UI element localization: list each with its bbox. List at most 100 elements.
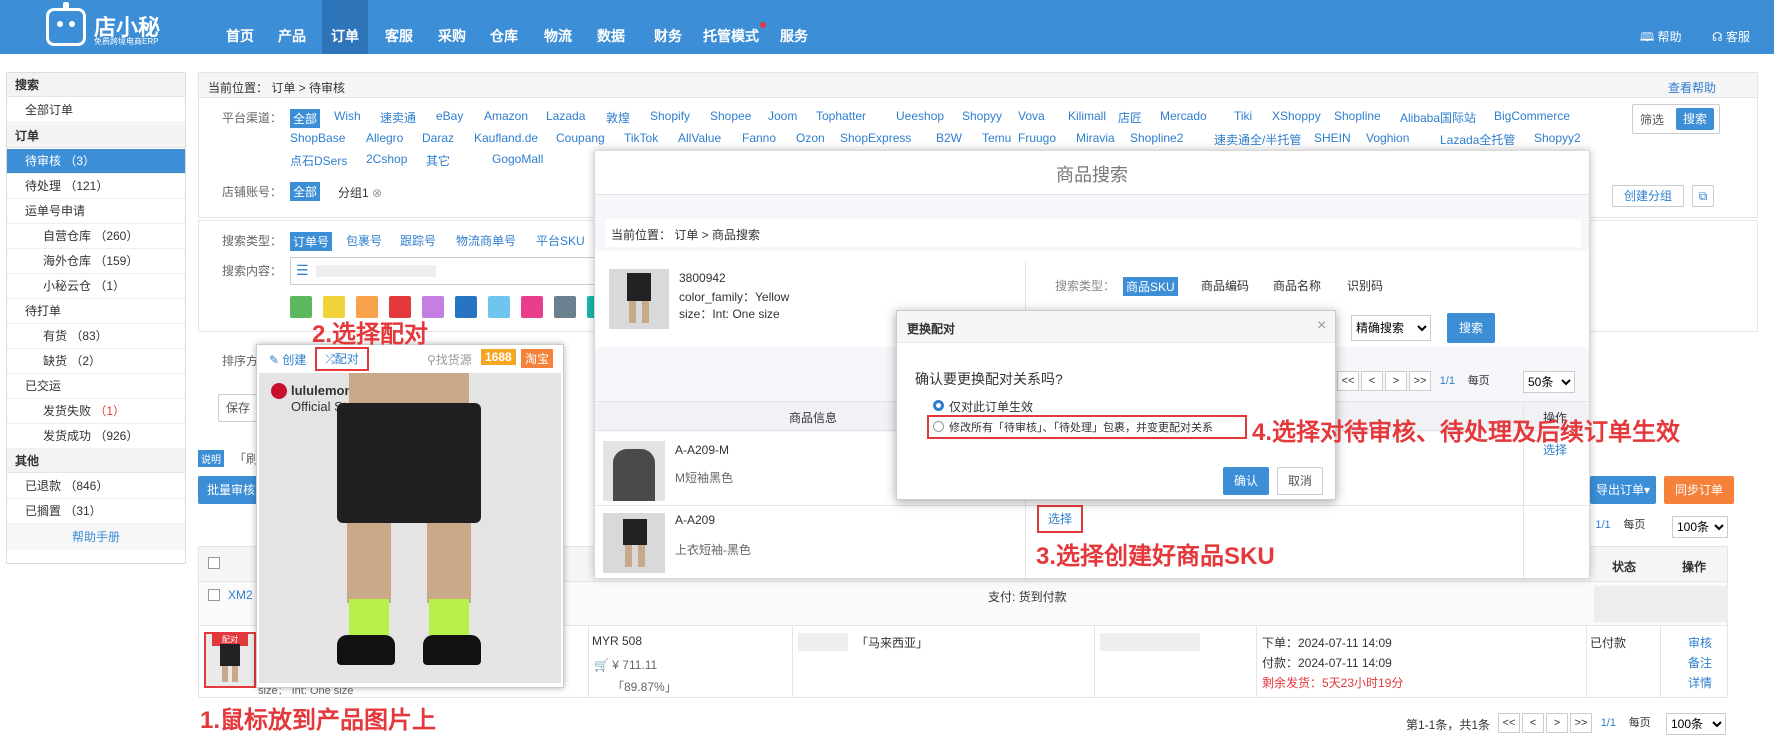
search-type-1[interactable]: 包裹号 <box>346 232 382 249</box>
platform-row2-14[interactable]: Shopline2 <box>1130 131 1183 145</box>
sidebar-item-tracking-apply[interactable]: 运单号申请 <box>7 199 185 224</box>
platform-row2-10[interactable]: B2W <box>936 131 962 145</box>
option-all-radio[interactable] <box>933 421 944 432</box>
platform-row2-5[interactable]: TikTok <box>624 131 658 145</box>
ps-search-type-1[interactable]: 商品编码 <box>1201 277 1249 294</box>
sku-row-2-select[interactable]: 选择 <box>1037 505 1083 533</box>
platform-row2-4[interactable]: Coupang <box>556 131 605 145</box>
sidebar-item-out-of-stock[interactable]: 缺货 （2） <box>7 349 185 374</box>
ps-search-type-2[interactable]: 商品名称 <box>1273 277 1321 294</box>
nav-item-5[interactable]: 仓库 <box>482 0 526 54</box>
order-checkbox[interactable] <box>208 589 220 601</box>
platform-row2-16[interactable]: SHEIN <box>1314 131 1351 145</box>
platform-row1-9[interactable]: Joom <box>768 109 797 123</box>
popup-taobao-tag[interactable]: 淘宝 <box>521 349 554 368</box>
platform-row3-2[interactable]: 其它 <box>426 152 450 169</box>
cancel-button[interactable]: 取消 <box>1277 467 1323 495</box>
sidebar-item-shelved[interactable]: 已搁置 （31） <box>7 499 185 524</box>
platform-row2-1[interactable]: Allegro <box>366 131 403 145</box>
platform-row2-2[interactable]: Daraz <box>422 131 454 145</box>
platform-row3-0[interactable]: 点石DSers <box>290 152 347 169</box>
platform-row2-19[interactable]: Shopyy2 <box>1534 131 1581 145</box>
ps-page-size-select[interactable]: 50条 <box>1523 371 1575 393</box>
last-page-button[interactable]: >> <box>1570 713 1592 733</box>
filter-button[interactable]: 筛选 <box>1640 111 1664 128</box>
popup-1688-tag[interactable]: 1688 <box>481 349 516 365</box>
sidebar-item-ship-fail[interactable]: 发货失败 （1） <box>7 399 185 424</box>
platform-row1-10[interactable]: Tophatter <box>816 109 866 123</box>
close-icon[interactable]: × <box>1317 317 1326 335</box>
color-flag-5[interactable] <box>455 296 477 318</box>
nav-item-0[interactable]: 首页 <box>218 0 262 54</box>
sync-orders-button[interactable]: 同步订单 <box>1664 476 1734 504</box>
nav-item-1[interactable]: 产品 <box>270 0 314 54</box>
color-flag-6[interactable] <box>488 296 510 318</box>
batch-review-button[interactable]: 批量审核 <box>198 476 264 504</box>
nav-item-6[interactable]: 物流 <box>536 0 580 54</box>
shop-group-1[interactable]: 分组1 ⊗ <box>338 184 382 201</box>
nav-item-10[interactable]: 服务 <box>772 0 816 54</box>
detail-link[interactable]: 详情 <box>1688 674 1712 691</box>
ps-search-type-3[interactable]: 识别码 <box>1347 277 1383 294</box>
platform-row2-3[interactable]: Kaufland.de <box>474 131 538 145</box>
platform-row1-1[interactable]: Wish <box>334 109 361 123</box>
platform-row1-7[interactable]: Shopify <box>650 109 690 123</box>
search-type-0[interactable]: 订单号 <box>290 232 333 251</box>
service-link[interactable]: ☊ 客服 <box>1712 28 1750 45</box>
select-all-checkbox[interactable] <box>208 557 220 569</box>
platform-row1-3[interactable]: eBay <box>436 109 463 123</box>
sidebar-item-to-print[interactable]: 待打单 <box>7 299 185 324</box>
bottom-page-size-select[interactable]: 100条 <box>1666 713 1726 735</box>
sidebar-item-pending-process[interactable]: 待处理 （121） <box>7 174 185 199</box>
sidebar-help-manual[interactable]: 帮助手册 <box>7 524 185 550</box>
sidebar-item-all-orders[interactable]: 全部订单 <box>7 98 185 123</box>
platform-row1-5[interactable]: Lazada <box>546 109 585 123</box>
nav-item-7[interactable]: 数据 <box>588 0 634 54</box>
platform-row3-3[interactable]: GogoMall <box>492 152 543 166</box>
list-indent-icon[interactable]: ☰ <box>296 262 309 279</box>
search-type-3[interactable]: 物流商单号 <box>456 232 516 249</box>
platform-row2-7[interactable]: Fanno <box>742 131 776 145</box>
platform-row2-6[interactable]: AllValue <box>678 131 721 145</box>
order-product-thumbnail[interactable]: 配对 <box>204 632 256 688</box>
platform-row2-17[interactable]: Voghion <box>1366 131 1409 145</box>
platform-row2-0[interactable]: ShopBase <box>290 131 345 145</box>
ps-search-type-0[interactable]: 商品SKU <box>1123 277 1178 296</box>
popup-match-button[interactable]: ⤮配对 <box>315 347 369 371</box>
sidebar-item-in-stock[interactable]: 有货 （83） <box>7 324 185 349</box>
platform-row1-8[interactable]: Shopee <box>710 109 751 123</box>
nav-item-9[interactable]: 托管模式 <box>698 0 764 54</box>
sidebar-item-self-warehouse[interactable]: 自营仓库 （260） <box>7 224 185 249</box>
option-only-this-radio[interactable] <box>933 400 944 411</box>
platform-row2-15[interactable]: 速卖通全/半托管 <box>1214 131 1301 148</box>
help-link[interactable]: 🕮 帮助 <box>1640 28 1682 49</box>
platform-row1-19[interactable]: Shopline <box>1334 109 1381 123</box>
platform-row1-17[interactable]: Tiki <box>1234 109 1252 123</box>
prev-page-button[interactable]: < <box>1522 713 1544 733</box>
color-flag-0[interactable] <box>290 296 312 318</box>
platform-row1-12[interactable]: Shopyy <box>962 109 1002 123</box>
platform-row2-9[interactable]: ShopExpress <box>840 131 911 145</box>
ps-search-mode-select[interactable]: 精确搜索 <box>1351 315 1431 341</box>
sidebar-item-shipped[interactable]: 已交运 <box>7 374 185 399</box>
sidebar-item-cloud-warehouse[interactable]: 小秘云仓 （1） <box>7 274 185 299</box>
platform-row1-14[interactable]: Kilimall <box>1068 109 1106 123</box>
search-button[interactable]: 搜索 <box>1676 108 1714 130</box>
create-group-button[interactable]: 创建分组 <box>1612 185 1684 207</box>
sidebar-item-overseas-warehouse[interactable]: 海外仓库 （159） <box>7 249 185 274</box>
platform-row1-15[interactable]: 店匠 <box>1118 109 1142 126</box>
nav-item-3[interactable]: 客服 <box>376 0 422 54</box>
platform-row1-13[interactable]: Vova <box>1018 109 1045 123</box>
popup-find-source[interactable]: ⚲找货源 <box>427 351 472 368</box>
platform-row1-18[interactable]: XShoppy <box>1272 109 1321 123</box>
platform-row2-11[interactable]: Temu <box>982 131 1011 145</box>
search-type-2[interactable]: 跟踪号 <box>400 232 436 249</box>
shop-all[interactable]: 全部 <box>290 182 321 201</box>
view-help-link[interactable]: 查看帮助 <box>1668 79 1716 96</box>
color-flag-8[interactable] <box>554 296 576 318</box>
platform-row1-6[interactable]: 敦煌 <box>606 109 630 126</box>
nav-item-8[interactable]: 财务 <box>646 0 690 54</box>
note-link[interactable]: 备注 <box>1688 654 1712 671</box>
top-page-size-select[interactable]: 100条 <box>1672 516 1728 538</box>
platform-row2-12[interactable]: Fruugo <box>1018 131 1056 145</box>
